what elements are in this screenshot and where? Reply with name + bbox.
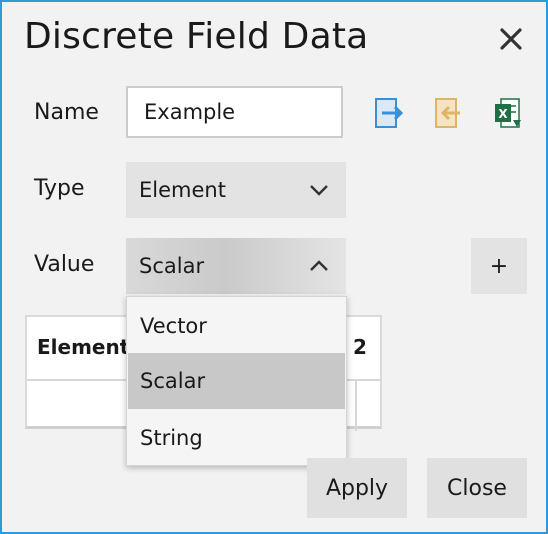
close-x-icon[interactable] — [496, 24, 526, 54]
grid-header-element[interactable]: Element — [37, 335, 129, 359]
type-label: Type — [34, 176, 85, 201]
chevron-down-icon — [310, 185, 328, 196]
import-icon[interactable] — [374, 96, 404, 130]
discrete-field-data-dialog: Discrete Field Data Name X Type Element … — [0, 0, 548, 534]
add-button[interactable]: + — [471, 238, 527, 294]
close-button[interactable]: Close — [427, 458, 527, 518]
type-dropdown[interactable]: Element — [126, 162, 346, 218]
value-dropdown-list: Vector Scalar String — [126, 296, 347, 466]
excel-icon[interactable]: X — [494, 96, 524, 130]
dialog-title: Discrete Field Data — [24, 16, 369, 57]
type-selected-value: Element — [139, 178, 226, 202]
apply-button[interactable]: Apply — [307, 458, 407, 518]
export-icon[interactable] — [434, 96, 464, 130]
dropdown-option-scalar[interactable]: Scalar — [128, 353, 345, 409]
grid-header-2[interactable]: 2 — [353, 335, 367, 359]
value-selected-value: Scalar — [139, 254, 205, 278]
name-field[interactable] — [126, 86, 343, 138]
grid-column-divider — [355, 379, 357, 431]
value-label: Value — [34, 252, 95, 277]
chevron-up-icon — [310, 260, 328, 271]
dropdown-option-vector[interactable]: Vector — [128, 298, 345, 354]
name-label: Name — [34, 100, 99, 125]
value-dropdown[interactable]: Scalar — [126, 238, 346, 294]
svg-text:X: X — [498, 107, 508, 121]
